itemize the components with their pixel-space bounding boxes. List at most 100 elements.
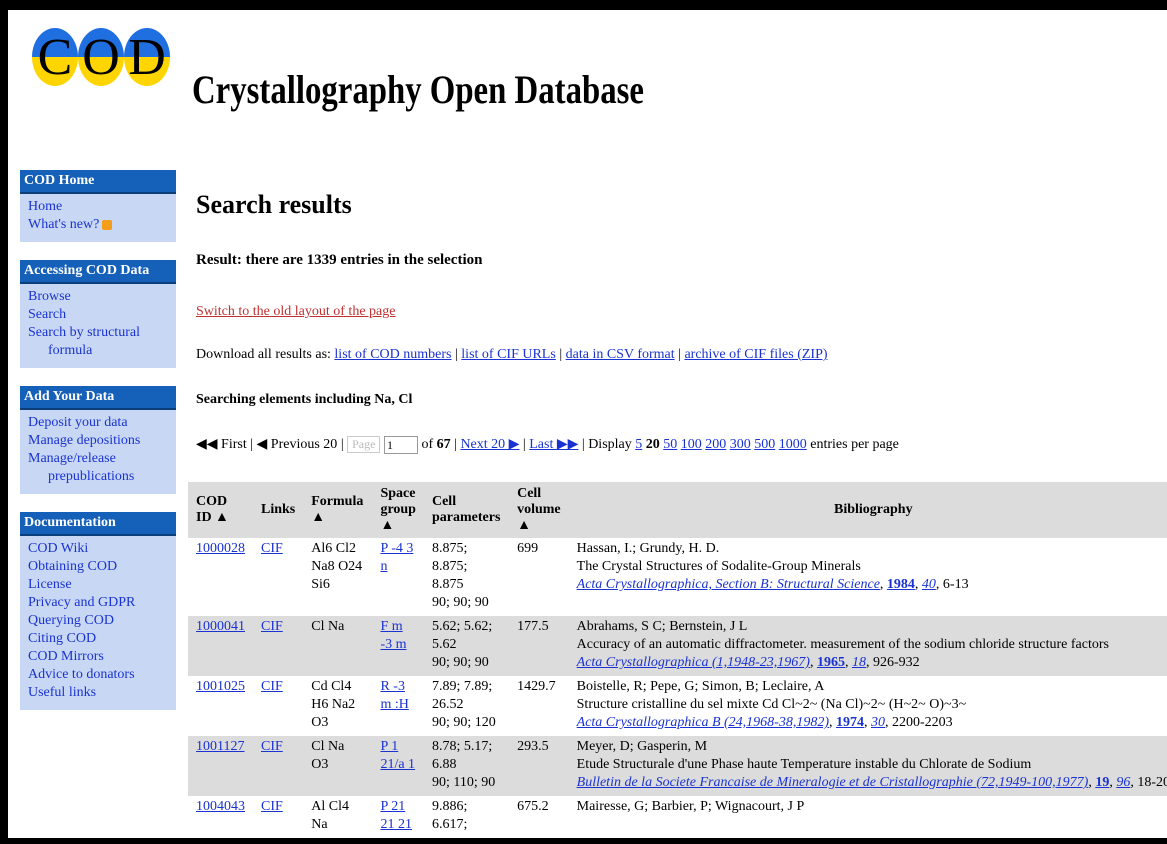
bib-sep: ,	[844, 655, 852, 670]
bib-sep: ,	[809, 655, 817, 670]
page-size-100[interactable]: 100	[681, 437, 702, 452]
year-link[interactable]: 19	[1095, 775, 1109, 790]
sidebar-item-search-structural[interactable]: Search by structural	[28, 324, 168, 342]
download-csv-link[interactable]: data in CSV format	[566, 347, 675, 362]
sidebar-item-manage-depositions[interactable]: Manage depositions	[28, 432, 168, 450]
sidebar-item-search[interactable]: Search	[28, 306, 168, 324]
sidebar-item-useful-links[interactable]: Useful links	[28, 684, 168, 702]
table-header-row: COD ID ▲ Links Formula ▲ Space group ▲ C…	[188, 482, 1167, 538]
sidebar-item-deposit[interactable]: Deposit your data	[28, 414, 168, 432]
col-cell-volume[interactable]: Cell volume ▲	[509, 482, 569, 538]
page-size-300[interactable]: 300	[730, 437, 751, 452]
year-link[interactable]: 1974	[836, 715, 864, 730]
sidebar-item-querying[interactable]: Querying COD	[28, 612, 168, 630]
old-layout-link[interactable]: Switch to the old layout of the page	[196, 304, 395, 320]
bib-authors: Mairesse, G; Barbier, P; Wignacourt, J P	[576, 799, 805, 814]
volume-link[interactable]: 96	[1116, 775, 1130, 790]
sidebar-item-advice[interactable]: Advice to donators	[28, 666, 168, 684]
bib-authors: Abrahams, S C; Bernstein, J L	[576, 619, 748, 634]
logo-letter-c: C	[37, 29, 73, 86]
bib-sep: ,	[914, 577, 922, 592]
journal-link[interactable]: Bulletin de la Societe Francaise de Mine…	[577, 775, 1089, 790]
journal-link[interactable]: Acta Crystallographica (1,1948-23,1967)	[577, 655, 810, 670]
volume-link[interactable]: 30	[871, 715, 885, 730]
cell-lengths: 8.875; 8.875; 8.875	[431, 541, 468, 592]
col-cod-id[interactable]: COD ID ▲	[188, 482, 253, 538]
page-label: Page	[347, 436, 381, 454]
page-number-input[interactable]	[383, 436, 418, 454]
page-size-5[interactable]: 5	[635, 437, 642, 452]
last-page-link[interactable]: Last ▶▶	[529, 437, 578, 452]
cod-id-link[interactable]: 1004043	[196, 799, 245, 814]
sidebar-item-privacy[interactable]: Privacy and GDPR	[28, 594, 168, 612]
download-cod-numbers-link[interactable]: list of COD numbers	[334, 347, 451, 362]
sidebar-section-add-data: Add Your Data Deposit your data Manage d…	[20, 386, 176, 494]
year-link[interactable]: 1965	[817, 655, 845, 670]
year-link[interactable]: 1984	[887, 577, 915, 592]
page-size-50[interactable]: 50	[663, 437, 677, 452]
col-formula[interactable]: Formula ▲	[303, 482, 373, 538]
col-space-group[interactable]: Space group ▲	[372, 482, 424, 538]
table-row: 1004043 CIF Al Cl4 Na P 21 21 21 9.886; 6.61…	[188, 796, 1167, 838]
table-row: 1000041 CIF Cl Na F m -3 m 5.62; 5.62; 5.62 9…	[188, 616, 1167, 676]
sidebar-heading: Add Your Data	[20, 386, 176, 410]
bib-sep: ,	[879, 577, 887, 592]
space-group-link[interactable]: P 21 21 21	[380, 799, 412, 832]
sidebar-item-cod-wiki[interactable]: COD Wiki	[28, 540, 168, 558]
cif-link[interactable]: CIF	[261, 799, 283, 814]
cif-link[interactable]: CIF	[261, 541, 283, 556]
cell-angles: 90; 90; 90	[431, 655, 489, 670]
formula-cell: Cd Cl4 H6 Na2 O3	[303, 676, 373, 736]
sidebar-item-whats-new[interactable]: What's new?	[28, 216, 168, 234]
download-zip-link[interactable]: archive of CIF files (ZIP)	[684, 347, 827, 362]
formula-cell: Al6 Cl2 Na8 O24 Si6	[303, 538, 373, 616]
pagination: ◀◀ First | ◀ Previous 20 | Page of 67 | …	[196, 436, 899, 454]
cod-logo[interactable]: C O D	[32, 28, 172, 98]
bib-pages: , 2200-2203	[885, 715, 953, 730]
cod-id-link[interactable]: 1000041	[196, 619, 245, 634]
sidebar-item-search-structural-cont[interactable]: formula	[28, 342, 168, 360]
page-heading: Search results	[196, 190, 352, 219]
table-row: 1001127 CIF Cl Na O3 P 1 21/a 1 8.78; 5.17; …	[188, 736, 1167, 796]
bib-citation: Bulletin de la Societe Francaise de Mine…	[577, 774, 1167, 792]
space-group-link[interactable]: R -3 m :H	[380, 679, 408, 712]
journal-link[interactable]: Acta Crystallographica B (24,1968-38,198…	[577, 715, 829, 730]
sidebar-item-obtaining-cod[interactable]: Obtaining COD	[28, 558, 168, 576]
cif-link[interactable]: CIF	[261, 679, 283, 694]
search-elements-text: Searching elements including Na, Cl	[196, 392, 413, 407]
cod-id-link[interactable]: 1001025	[196, 679, 245, 694]
space-group-link[interactable]: F m -3 m	[380, 619, 406, 652]
sidebar-item-citing[interactable]: Citing COD	[28, 630, 168, 648]
bib-sep: ,	[864, 715, 872, 730]
next-page-link[interactable]: Next 20 ▶	[460, 437, 519, 452]
space-group-link[interactable]: P -4 3 n	[380, 541, 413, 574]
sidebar-heading: Accessing COD Data	[20, 260, 176, 284]
sidebar-item-mirrors[interactable]: COD Mirrors	[28, 648, 168, 666]
sidebar-item-home[interactable]: Home	[28, 198, 168, 216]
volume-link[interactable]: 40	[922, 577, 936, 592]
sidebar-item-license[interactable]: License	[28, 576, 168, 594]
sidebar-item-manage-release[interactable]: Manage/release	[28, 450, 168, 468]
sidebar-heading: COD Home	[20, 170, 176, 194]
table-row: 1000028 CIF Al6 Cl2 Na8 O24 Si6 P -4 3 n 8.8…	[188, 538, 1167, 616]
page-size-500[interactable]: 500	[754, 437, 775, 452]
download-cif-urls-link[interactable]: list of CIF URLs	[461, 347, 556, 362]
bib-authors: Boistelle, R; Pepe, G; Simon, B; Leclair…	[576, 679, 825, 694]
page-size-1000[interactable]: 1000	[779, 437, 807, 452]
cod-id-link[interactable]: 1001127	[196, 739, 244, 754]
journal-link[interactable]: Acta Crystallographica, Section B: Struc…	[577, 577, 880, 592]
cell-volume: 293.5	[509, 736, 569, 796]
logo-letter-o: O	[82, 29, 120, 86]
cif-link[interactable]: CIF	[261, 739, 283, 754]
sidebar-item-prepublications[interactable]: prepublications	[28, 468, 168, 486]
space-group-link[interactable]: P 1 21/a 1	[380, 739, 415, 772]
volume-link[interactable]: 18	[852, 655, 866, 670]
sidebar-item-browse[interactable]: Browse	[28, 288, 168, 306]
cif-link[interactable]: CIF	[261, 619, 283, 634]
cell-lengths: 9.886; 6.617;	[431, 799, 468, 832]
cod-id-link[interactable]: 1000028	[196, 541, 245, 556]
page-size-200[interactable]: 200	[705, 437, 726, 452]
cell-angles: 90; 110; 90	[431, 775, 496, 790]
result-count: Result: there are 1339 entries in the se…	[196, 252, 483, 268]
bib-citation: Acta Crystallographica B (24,1968-38,198…	[577, 714, 1167, 732]
